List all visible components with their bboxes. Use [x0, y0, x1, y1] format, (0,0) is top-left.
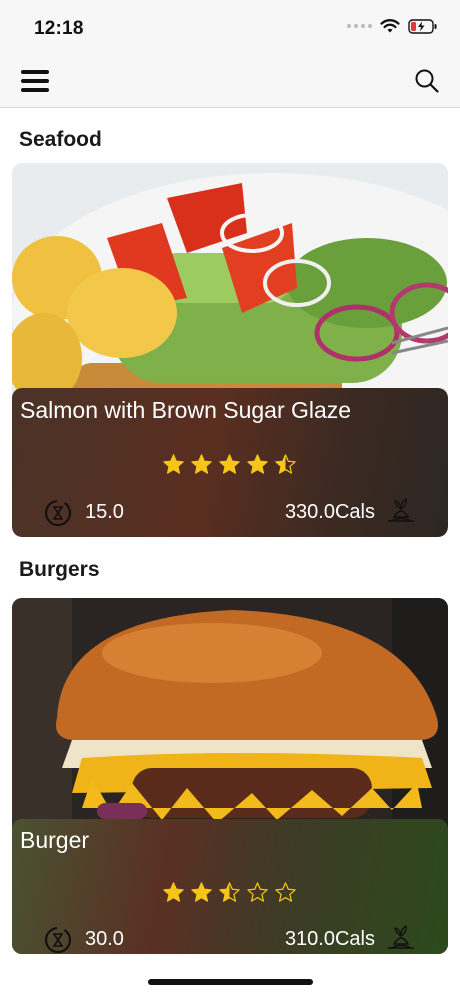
star-half-icon: [275, 454, 296, 474]
recipe-list[interactable]: Seafood Salmon with Brown Sugar Glaze 15…: [0, 109, 460, 954]
nav-bar: [0, 56, 460, 108]
status-time: 12:18: [34, 18, 84, 39]
star-full-icon: [191, 454, 212, 474]
calories-icon: [388, 924, 414, 949]
home-indicator[interactable]: [148, 979, 313, 985]
cook-time: 15.0: [85, 501, 124, 523]
recipe-card[interactable]: Burger 30.0 310.0Cals: [12, 598, 448, 954]
timer-icon: [44, 499, 72, 527]
status-icons: [347, 18, 438, 34]
menu-button[interactable]: [21, 70, 49, 94]
status-bar: 12:18: [0, 0, 460, 56]
rating-stars: [162, 453, 297, 476]
calories: 310.0Cals: [284, 928, 375, 950]
timer-icon: [44, 926, 72, 954]
star-half-icon: [219, 882, 240, 902]
calories: 330.0Cals: [284, 501, 375, 523]
wifi-icon: [380, 19, 400, 33]
section-title-burgers: Burgers: [19, 558, 100, 581]
star-full-icon: [247, 454, 268, 474]
recipe-title: Burger: [20, 827, 90, 853]
star-full-icon: [163, 454, 184, 474]
star-full-icon: [191, 882, 212, 902]
rating-stars: [162, 881, 297, 904]
star-full-icon: [163, 882, 184, 902]
recipe-card[interactable]: Salmon with Brown Sugar Glaze 15.0 330.0…: [12, 163, 448, 537]
star-full-icon: [219, 454, 240, 474]
cellular-signal-icon: [347, 24, 372, 28]
star-empty-icon: [275, 882, 296, 902]
hamburger-icon: [21, 70, 49, 74]
search-button[interactable]: [414, 68, 440, 94]
calories-icon: [388, 497, 414, 522]
cook-time: 30.0: [85, 928, 124, 950]
battery-charging-icon: [408, 18, 437, 34]
search-icon: [415, 69, 439, 93]
section-title-seafood: Seafood: [19, 128, 102, 151]
home-indicator-area: [0, 954, 460, 996]
recipe-title: Salmon with Brown Sugar Glaze: [20, 397, 352, 423]
star-empty-icon: [247, 882, 268, 902]
